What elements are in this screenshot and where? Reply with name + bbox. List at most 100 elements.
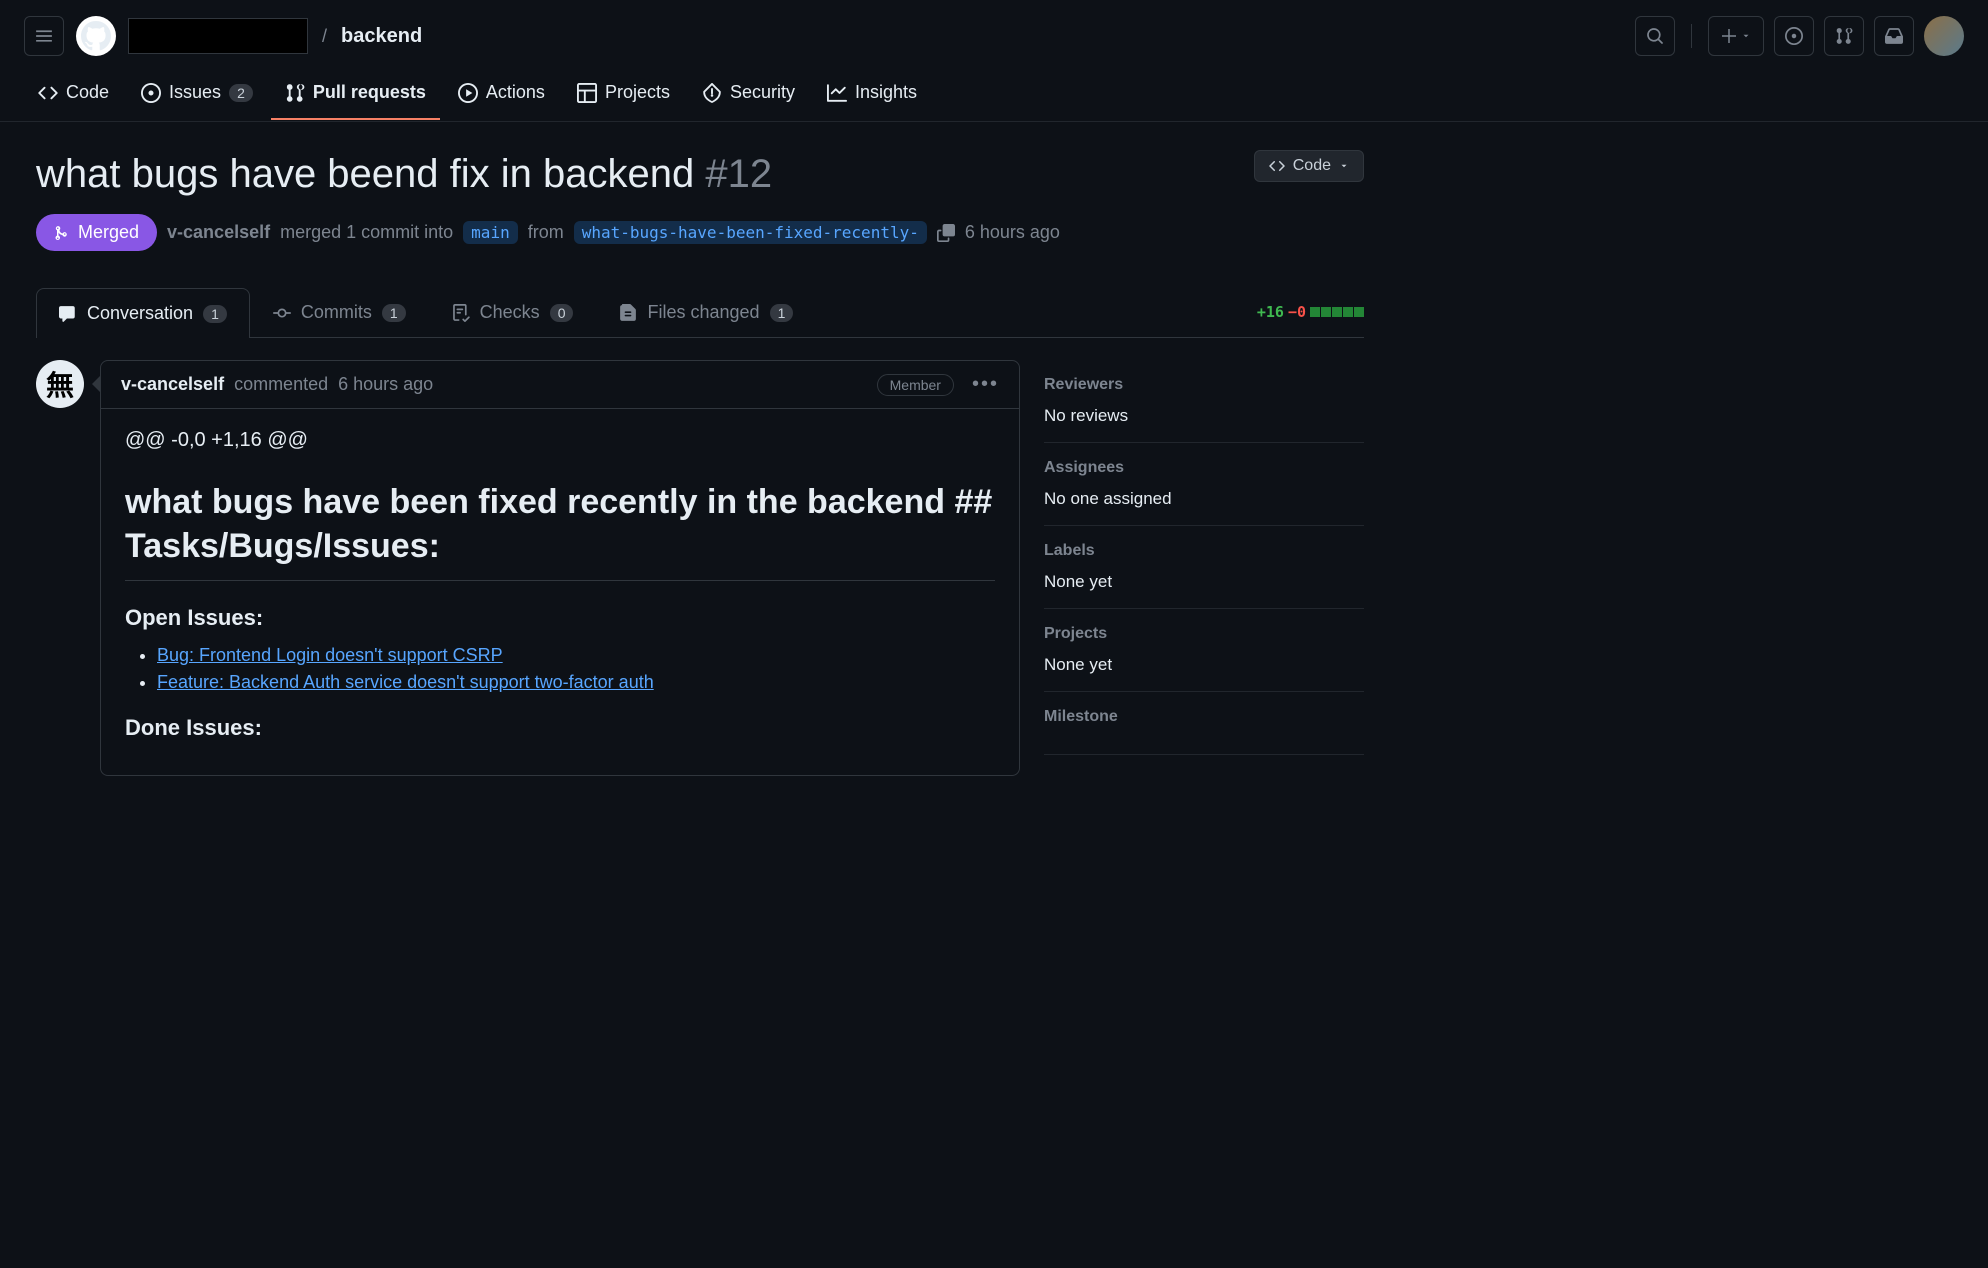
plus-icon: [1721, 28, 1737, 44]
nav-security-label: Security: [730, 82, 795, 103]
assignees-heading: Assignees: [1044, 459, 1364, 477]
search-button[interactable]: [1635, 16, 1675, 56]
tab-commits-count: 1: [382, 304, 406, 322]
tab-checks[interactable]: Checks 0: [429, 287, 597, 337]
head-branch[interactable]: what-bugs-have-been-fixed-recently-: [574, 221, 927, 244]
sidebar-labels[interactable]: Labels None yet: [1044, 526, 1364, 609]
code-btn-label: Code: [1293, 157, 1331, 175]
dot-circle-icon: [1785, 27, 1803, 45]
issue-link[interactable]: Bug: Frontend Login doesn't support CSRP: [157, 645, 503, 665]
reviewers-value: No reviews: [1044, 406, 1364, 426]
tab-checks-count: 0: [550, 304, 574, 322]
deletions-count: −0: [1288, 303, 1306, 321]
pr-number: #12: [705, 152, 772, 196]
nav-security[interactable]: Security: [688, 72, 809, 121]
pr-timestamp: 6 hours ago: [965, 222, 1060, 243]
git-pull-request-icon: [285, 83, 305, 103]
merge-text: merged 1 commit into: [280, 222, 453, 243]
play-icon: [458, 83, 478, 103]
issue-link[interactable]: Feature: Backend Auth service doesn't su…: [157, 672, 654, 692]
sidebar-assignees[interactable]: Assignees No one assigned: [1044, 443, 1364, 526]
nav-projects-label: Projects: [605, 82, 670, 103]
comment-author-link[interactable]: v-cancelself: [121, 374, 224, 395]
comment-time[interactable]: 6 hours ago: [338, 374, 433, 395]
hamburger-menu-button[interactable]: [24, 16, 64, 56]
member-badge: Member: [877, 374, 954, 396]
global-header: / backend: [0, 0, 1988, 72]
search-icon: [1646, 27, 1664, 45]
tab-files-count: 1: [770, 304, 794, 322]
triangle-down-icon: [1339, 161, 1349, 171]
merged-label: Merged: [78, 222, 139, 243]
github-mark-icon: [81, 21, 111, 51]
nav-code-label: Code: [66, 82, 109, 103]
checklist-icon: [452, 304, 470, 322]
hamburger-icon: [35, 27, 53, 45]
timeline: 無 v-cancelself commented 6 hours ago Mem…: [36, 360, 1020, 776]
tab-checks-label: Checks: [480, 302, 540, 323]
diff-hunk-header: @@ -0,0 +1,16 @@: [125, 429, 995, 452]
projects-heading: Projects: [1044, 625, 1364, 643]
open-issues-heading: Open Issues:: [125, 605, 995, 631]
additions-count: +16: [1257, 303, 1284, 321]
git-merge-icon: [54, 225, 70, 241]
file-diff-icon: [619, 304, 637, 322]
comment-header: v-cancelself commented 6 hours ago Membe…: [101, 361, 1019, 409]
divider: [1691, 24, 1692, 48]
create-new-button[interactable]: [1708, 16, 1764, 56]
github-logo[interactable]: [76, 16, 116, 56]
sidebar-projects[interactable]: Projects None yet: [1044, 609, 1364, 692]
done-issues-heading: Done Issues:: [125, 715, 995, 741]
merge-from-text: from: [528, 222, 564, 243]
pr-author-link[interactable]: v-cancelself: [167, 222, 270, 243]
issues-global-button[interactable]: [1774, 16, 1814, 56]
triangle-down-icon: [1741, 31, 1751, 41]
tab-conversation[interactable]: Conversation 1: [36, 288, 250, 338]
main-content: what bugs have beend fix in backend #12 …: [0, 122, 1400, 804]
tab-conversation-label: Conversation: [87, 303, 193, 324]
nav-issues-count: 2: [229, 84, 253, 102]
tab-commits[interactable]: Commits 1: [250, 287, 429, 337]
nav-pull-requests[interactable]: Pull requests: [271, 72, 440, 121]
commenter-avatar[interactable]: 無: [36, 360, 84, 408]
nav-actions-label: Actions: [486, 82, 545, 103]
code-icon: [1269, 158, 1285, 174]
nav-insights[interactable]: Insights: [813, 72, 931, 121]
open-issues-list: Bug: Frontend Login doesn't support CSRP…: [125, 645, 995, 693]
tab-files[interactable]: Files changed 1: [596, 287, 816, 337]
pull-requests-global-button[interactable]: [1824, 16, 1864, 56]
repo-name-link[interactable]: backend: [341, 25, 422, 48]
git-commit-icon: [273, 304, 291, 322]
shield-icon: [702, 83, 722, 103]
pr-sidebar: Reviewers No reviews Assignees No one as…: [1044, 360, 1364, 755]
pr-title-text: what bugs have beend fix in backend: [36, 152, 705, 196]
copy-icon[interactable]: [937, 224, 955, 242]
nav-insights-label: Insights: [855, 82, 917, 103]
tab-commits-label: Commits: [301, 302, 372, 323]
nav-issues[interactable]: Issues 2: [127, 72, 267, 121]
nav-code[interactable]: Code: [24, 72, 123, 121]
user-avatar[interactable]: [1924, 16, 1964, 56]
assignees-value: No one assigned: [1044, 489, 1364, 509]
labels-heading: Labels: [1044, 542, 1364, 560]
base-branch[interactable]: main: [463, 221, 518, 244]
repo-separator: /: [322, 26, 327, 47]
code-dropdown-button[interactable]: Code: [1254, 150, 1364, 182]
reviewers-heading: Reviewers: [1044, 376, 1364, 394]
pr-tabs: Conversation 1 Commits 1 Checks 0 Files …: [36, 287, 1364, 338]
notifications-button[interactable]: [1874, 16, 1914, 56]
comment-menu-button[interactable]: •••: [972, 373, 999, 396]
diff-blocks: [1310, 307, 1364, 317]
sidebar-reviewers[interactable]: Reviewers No reviews: [1044, 360, 1364, 443]
comment-box: v-cancelself commented 6 hours ago Membe…: [100, 360, 1020, 776]
diffstat: +16 −0: [1257, 303, 1364, 321]
nav-projects[interactable]: Projects: [563, 72, 684, 121]
projects-value: None yet: [1044, 655, 1364, 675]
repo-owner-link[interactable]: [128, 18, 308, 54]
sidebar-milestone[interactable]: Milestone: [1044, 692, 1364, 755]
milestone-heading: Milestone: [1044, 708, 1364, 726]
git-pull-request-icon: [1835, 27, 1853, 45]
labels-value: None yet: [1044, 572, 1364, 592]
pr-status-line: Merged v-cancelself merged 1 commit into…: [36, 214, 1364, 251]
nav-actions[interactable]: Actions: [444, 72, 559, 121]
